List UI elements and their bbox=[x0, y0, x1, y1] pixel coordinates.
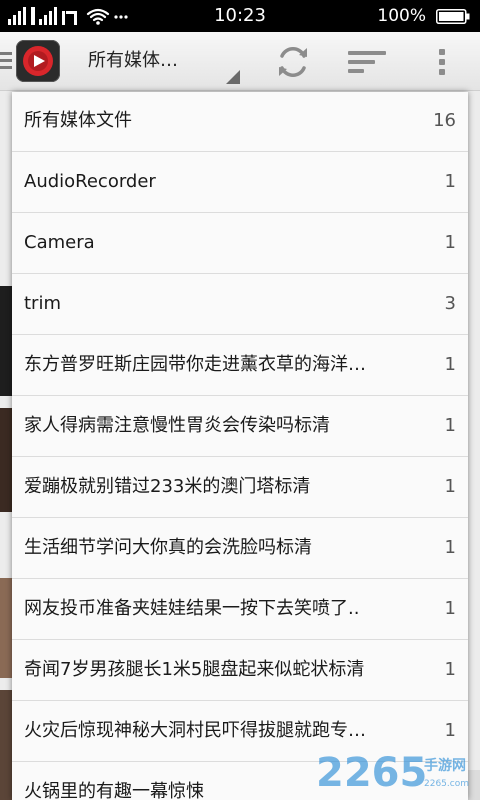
watermark-brand: 2265 bbox=[316, 750, 427, 796]
thumbnail bbox=[0, 578, 12, 678]
dropdown-item-label: Camera bbox=[24, 232, 95, 253]
dropdown-item[interactable]: 网友投币准备夹娃娃结果一按下去笑喷了.. 1 bbox=[12, 580, 468, 640]
dropdown-caret-icon[interactable] bbox=[226, 70, 240, 84]
dropdown-item-label: 爱蹦极就别错过233米的澳门塔标清 bbox=[24, 476, 311, 497]
folder-dropdown-title[interactable]: 所有媒体… bbox=[88, 48, 178, 74]
dropdown-item-label: 东方普罗旺斯庄园带你走进薰衣草的海洋… bbox=[24, 354, 366, 375]
dropdown-item-count: 3 bbox=[444, 293, 456, 314]
dropdown-item[interactable]: 生活细节学问大你真的会洗脸吗标清 1 bbox=[12, 519, 468, 579]
dropdown-item-count: 1 bbox=[444, 354, 456, 375]
folder-dropdown-menu: 所有媒体文件 16 AudioRecorder 1 Camera 1 trim … bbox=[12, 92, 468, 800]
battery-icon bbox=[436, 9, 470, 24]
thumbnail bbox=[0, 286, 12, 396]
dropdown-item[interactable]: AudioRecorder 1 bbox=[12, 153, 468, 213]
dropdown-item-count: 1 bbox=[444, 415, 456, 436]
dropdown-item-count: 1 bbox=[444, 476, 456, 497]
watermark-logo: 2265 手游网 2265.com bbox=[316, 750, 469, 796]
refresh-icon[interactable] bbox=[274, 44, 312, 80]
dropdown-item-count: 1 bbox=[444, 659, 456, 680]
dropdown-item[interactable]: trim 3 bbox=[12, 275, 468, 335]
dropdown-item-label: 生活细节学问大你真的会洗脸吗标清 bbox=[24, 537, 312, 558]
dropdown-item-label: 火灾后惊现神秘大洞村民吓得拔腿就跑专… bbox=[24, 720, 366, 741]
sort-icon[interactable] bbox=[346, 48, 388, 76]
action-bar: 所有媒体… bbox=[0, 32, 480, 91]
dropdown-item[interactable]: 爱蹦极就别错过233米的澳门塔标清 1 bbox=[12, 458, 468, 518]
dropdown-item[interactable]: Camera 1 bbox=[12, 214, 468, 274]
dropdown-item[interactable]: 东方普罗旺斯庄园带你走进薰衣草的海洋… 1 bbox=[12, 336, 468, 396]
dropdown-item-count: 16 bbox=[433, 110, 456, 131]
status-bar: 10:23 100% bbox=[0, 0, 480, 32]
watermark-domain: 2265.com bbox=[424, 779, 469, 789]
dropdown-item-label: 家人得病需注意慢性胃炎会传染吗标清 bbox=[24, 415, 330, 436]
dropdown-item-all-media[interactable]: 所有媒体文件 16 bbox=[12, 92, 468, 152]
thumbnail bbox=[0, 690, 12, 800]
menu-lines-icon[interactable] bbox=[0, 50, 12, 72]
watermark-sub: 手游网 bbox=[424, 757, 466, 774]
dropdown-item-label: 奇闻7岁男孩腿长1米5腿盘起来似蛇状标清 bbox=[24, 659, 365, 680]
video-player-icon bbox=[23, 46, 53, 76]
dropdown-item-count: 1 bbox=[444, 232, 456, 253]
dropdown-item-label: trim bbox=[24, 293, 61, 314]
battery-percent: 100% bbox=[377, 6, 426, 26]
dropdown-item-count: 1 bbox=[444, 537, 456, 558]
dropdown-item-label: 所有媒体文件 bbox=[24, 110, 132, 131]
dropdown-item-count: 1 bbox=[444, 598, 456, 619]
thumbnail bbox=[0, 408, 12, 512]
dropdown-item[interactable]: 奇闻7岁男孩腿长1米5腿盘起来似蛇状标清 1 bbox=[12, 641, 468, 701]
dropdown-item-count: 1 bbox=[444, 720, 456, 741]
app-icon[interactable] bbox=[16, 40, 60, 82]
overflow-menu-icon[interactable] bbox=[432, 46, 452, 78]
dropdown-item-count: 1 bbox=[444, 171, 456, 192]
dropdown-item[interactable]: 家人得病需注意慢性胃炎会传染吗标清 1 bbox=[12, 397, 468, 457]
dropdown-item-label: AudioRecorder bbox=[24, 171, 156, 192]
dropdown-item-label: 网友投币准备夹娃娃结果一按下去笑喷了.. bbox=[24, 598, 360, 619]
